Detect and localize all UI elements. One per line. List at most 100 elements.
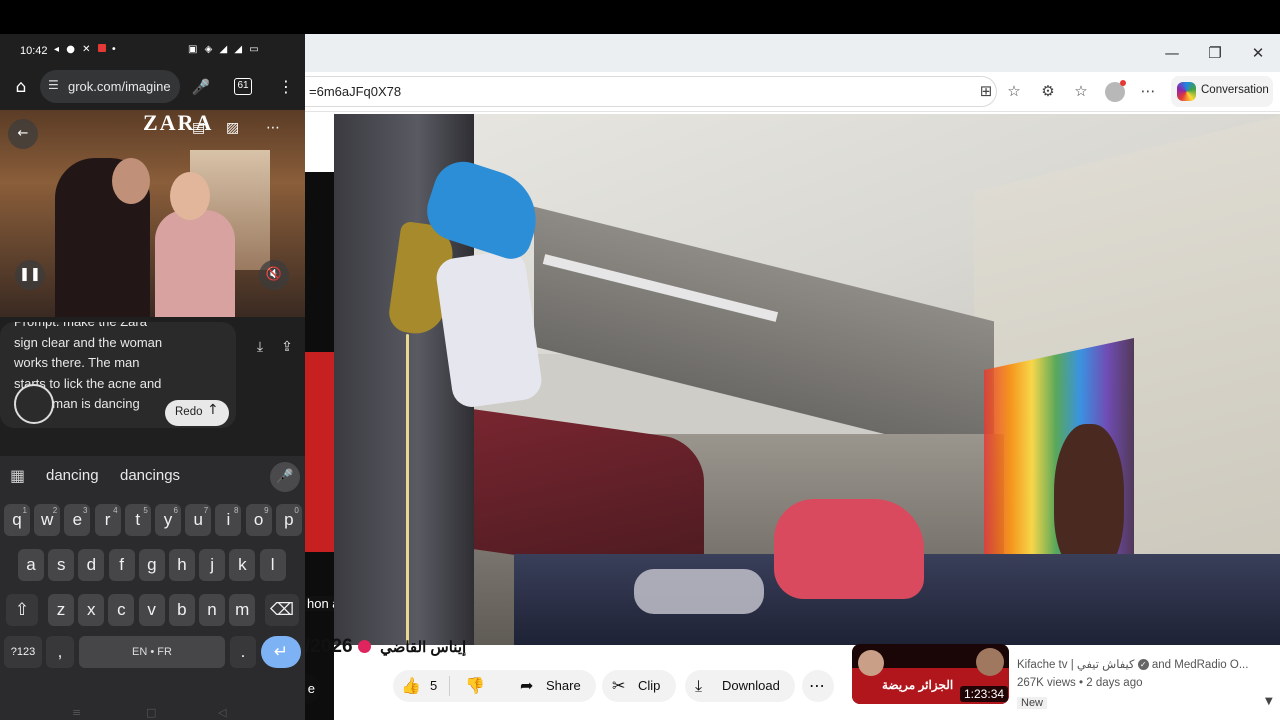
key-x[interactable]: x — [78, 594, 105, 626]
key-label: l — [270, 555, 275, 574]
key-j[interactable]: j — [199, 549, 226, 581]
key-e[interactable]: e3 — [64, 504, 91, 536]
status-right-icons: ▣ ◈ ◢ ◢ ▭ — [188, 44, 261, 55]
key-k[interactable]: k — [229, 549, 256, 581]
pause-icon[interactable]: ❚❚ — [15, 260, 45, 290]
key-hint: 4 — [113, 506, 118, 515]
key-o[interactable]: o9 — [245, 504, 272, 536]
backspace-key[interactable]: ⌫ — [265, 594, 299, 626]
key-d[interactable]: d — [78, 549, 105, 581]
key-l[interactable]: l — [259, 549, 286, 581]
microphone-icon[interactable]: 🎤 — [190, 76, 212, 98]
menu-kebab-icon[interactable]: ⋮ — [278, 76, 294, 98]
key-s[interactable]: s — [48, 549, 75, 581]
key-n[interactable]: n — [199, 594, 225, 626]
close-button[interactable]: ✕ — [1246, 42, 1270, 64]
key-v[interactable]: v — [138, 594, 165, 626]
clip-button[interactable]: ✂ Clip — [602, 670, 676, 702]
download-button[interactable]: ⤓ Download — [685, 670, 795, 702]
comma-key[interactable]: , — [46, 636, 74, 668]
mute-icon[interactable]: 🔇 — [259, 260, 289, 290]
restore-button[interactable]: ❐ — [1203, 42, 1227, 64]
key-p[interactable]: p0 — [275, 504, 302, 536]
recommended-channel[interactable]: Kifache tv | كيفاش تيفي ✓ and MedRadio O… — [1017, 657, 1248, 671]
mobile-url-text: grok.com/imagine — [68, 79, 171, 94]
recents-icon[interactable]: ≡ — [72, 706, 81, 719]
tab-switcher-button[interactable]: 61 — [234, 78, 252, 95]
more-actions-button[interactable]: ⋯ — [802, 670, 834, 702]
thumbnail-text: الجزائر مريضة — [882, 678, 954, 692]
shift-key[interactable]: ⇧ — [6, 594, 38, 626]
share-icon[interactable]: ⇪ — [277, 339, 297, 355]
key-label: z — [56, 600, 66, 619]
key-label: o — [253, 510, 264, 529]
key-w[interactable]: w2 — [34, 504, 61, 536]
site-settings-icon[interactable]: ☰ — [48, 78, 59, 92]
key-g[interactable]: g — [138, 549, 165, 581]
back-nav-icon[interactable]: ◁ — [218, 706, 226, 719]
key-label: c — [117, 600, 126, 619]
space-key[interactable]: EN • FR — [79, 636, 225, 668]
period-key[interactable]: . — [230, 636, 256, 668]
recommended-video-thumbnail[interactable]: الجزائر مريضة 1:23:34 — [852, 644, 1009, 704]
key-m[interactable]: m — [229, 594, 256, 626]
notification-icons: ◂ ● ✕ — [54, 44, 93, 55]
key-label: i — [226, 510, 231, 529]
more-dots-icon[interactable]: ⋯ — [266, 120, 280, 136]
key-y[interactable]: y6 — [155, 504, 181, 536]
thumbnail-face — [976, 648, 1004, 676]
conversation-label: Conversation — [1201, 84, 1269, 96]
more-options-icon[interactable]: ⋯ — [1137, 81, 1159, 103]
extensions-icon[interactable]: ⚙ — [1037, 81, 1059, 103]
key-z[interactable]: z — [48, 594, 74, 626]
home-nav-icon[interactable]: □ — [146, 706, 156, 719]
home-icon[interactable]: ⌂ — [10, 76, 32, 98]
key-q[interactable]: q1 — [4, 504, 30, 536]
minimize-button[interactable]: — — [1160, 42, 1184, 64]
voice-input-icon[interactable]: 🎤 — [270, 462, 300, 492]
key-c[interactable]: c — [108, 594, 135, 626]
suggestion[interactable]: dancings — [120, 467, 180, 484]
enter-key[interactable]: ↵ — [261, 636, 301, 668]
key-u[interactable]: u7 — [185, 504, 212, 536]
key-r[interactable]: r4 — [94, 504, 121, 536]
key-i[interactable]: i8 — [215, 504, 242, 536]
address-bar[interactable]: =6m6aJFq0X78 ⊞ ☆ — [305, 76, 1021, 107]
prompt-image-avatar[interactable] — [14, 384, 54, 424]
key-t[interactable]: t5 — [124, 504, 151, 536]
phone-screen-mirror: 10:42 ◂ ● ✕ • ▣ ◈ ◢ ◢ ▭ ⌂ ☰ grok.com/ima… — [0, 34, 305, 720]
conversation-button[interactable]: Conversation — [1171, 76, 1273, 107]
generated-video[interactable]: ZARA ← ▤ ▨ ⋯ ❚❚ 🔇 — [0, 110, 305, 317]
suggestion[interactable]: dancing — [46, 467, 99, 484]
image-mode-icon[interactable]: ▨ — [226, 120, 239, 136]
key-label: u — [193, 510, 203, 529]
thumbnail-face — [858, 650, 884, 676]
key-hint: 0 — [294, 506, 299, 515]
dislike-icon[interactable]: 👎 — [465, 675, 485, 697]
woman-head — [170, 172, 210, 220]
share-label: Share — [546, 678, 581, 693]
redo-button[interactable]: Redo ↑ — [165, 400, 229, 426]
app-available-icon[interactable]: ⊞ — [975, 81, 997, 103]
key-a[interactable]: a — [18, 549, 44, 581]
channel-suffix: and MedRadio O... — [1151, 659, 1249, 671]
like-icon[interactable]: 👍 — [401, 675, 421, 697]
back-arrow-icon[interactable]: ← — [8, 119, 38, 149]
key-b[interactable]: b — [168, 594, 195, 626]
video-title: /2026 إيناس القاضي — [305, 636, 475, 662]
key-h[interactable]: h — [169, 549, 195, 581]
key-label: p — [284, 510, 294, 529]
scroll-down-arrow-icon[interactable]: ▼ — [1265, 696, 1273, 707]
download-icon[interactable]: ⤓ — [250, 339, 270, 355]
key-label: h — [177, 555, 187, 574]
video-player[interactable] — [334, 114, 1280, 645]
key-hint: 5 — [143, 506, 148, 515]
video-mode-icon[interactable]: ▤ — [192, 120, 205, 136]
favorite-star-icon[interactable]: ☆ — [1003, 81, 1025, 103]
symbols-key[interactable]: ?123 — [4, 636, 42, 668]
key-f[interactable]: f — [108, 549, 135, 581]
share-button[interactable]: ➦ Share — [510, 670, 596, 702]
apps-grid-icon[interactable]: ▦ — [10, 466, 25, 485]
mobile-url-bar[interactable]: ☰ grok.com/imagine — [40, 70, 180, 103]
favorites-icon[interactable]: ☆ — [1070, 81, 1092, 103]
